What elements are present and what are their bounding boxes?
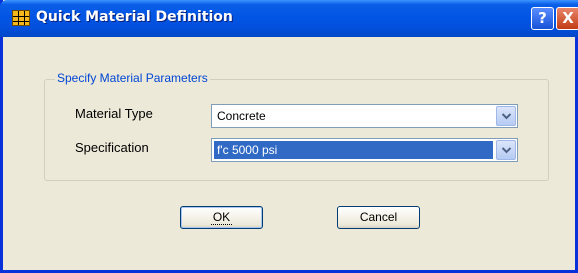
material-type-value: Concrete	[217, 109, 266, 123]
help-button[interactable]: ?	[531, 7, 554, 30]
specification-value: f'c 5000 psi	[214, 141, 493, 159]
window-title: Quick Material Definition	[36, 9, 233, 25]
specification-dropdown[interactable]: f'c 5000 psi	[211, 138, 518, 162]
material-parameters-group	[44, 79, 549, 181]
chevron-down-icon[interactable]	[496, 106, 516, 126]
app-grid-icon	[12, 10, 30, 26]
specification-label: Specification	[75, 140, 149, 155]
material-type-label: Material Type	[75, 106, 153, 121]
group-legend: Specify Material Parameters	[55, 71, 210, 85]
chevron-down-icon[interactable]	[496, 140, 516, 160]
cancel-button[interactable]: Cancel	[337, 206, 420, 229]
close-button[interactable]: X	[556, 7, 578, 30]
material-type-dropdown[interactable]: Concrete	[211, 104, 518, 128]
title-bar[interactable]: Quick Material Definition ? X	[0, 0, 578, 37]
ok-button[interactable]: OK	[180, 206, 263, 229]
ok-button-label: OK	[210, 210, 233, 225]
